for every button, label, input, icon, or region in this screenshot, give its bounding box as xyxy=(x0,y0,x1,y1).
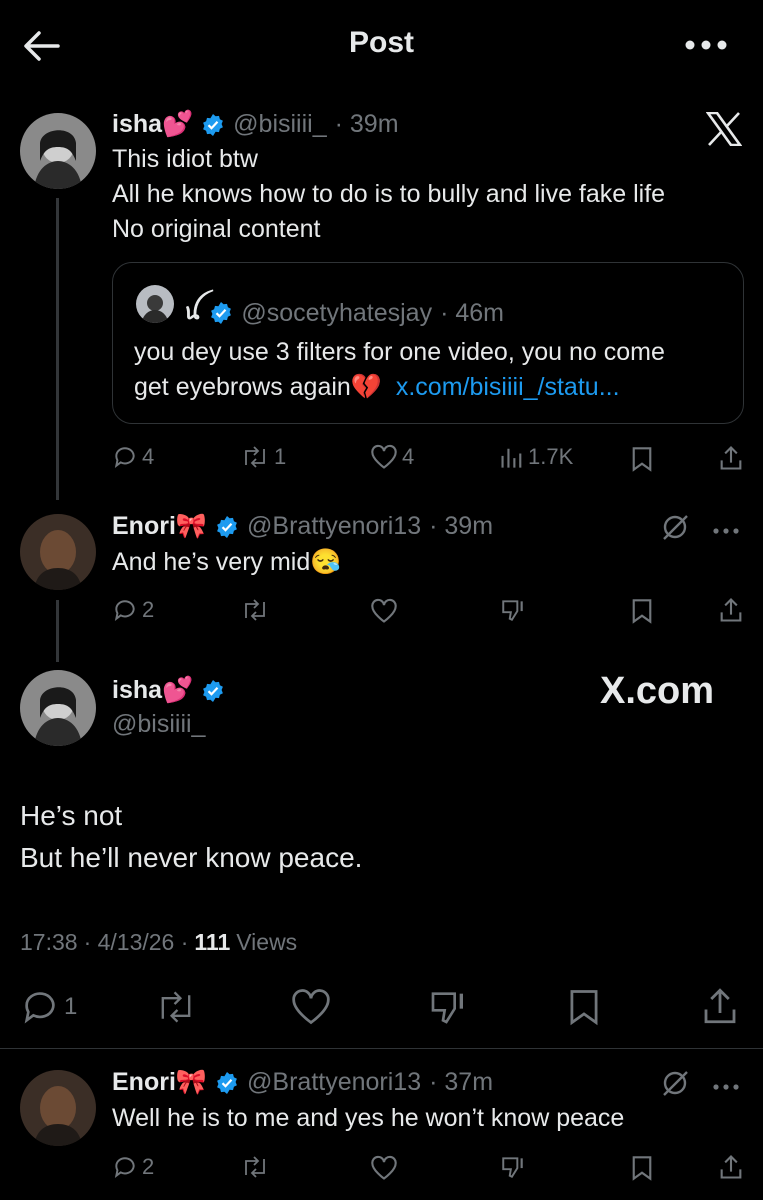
author-handle[interactable]: @Brattyenori13 xyxy=(247,1068,421,1097)
tweet-line: This idiot btw xyxy=(112,145,258,173)
author-name[interactable]: Enori🎀 xyxy=(112,1068,207,1097)
grok-icon[interactable] xyxy=(660,1068,690,1103)
author-handle[interactable]: @bisiiii_ xyxy=(112,710,205,739)
grok-icon[interactable] xyxy=(660,512,690,547)
quoted-link[interactable]: x.com/bisiiii_/statu... xyxy=(396,373,620,401)
reply-count: 4 xyxy=(142,444,155,469)
reply-count: 1 xyxy=(64,993,78,1020)
repost-icon[interactable] xyxy=(240,597,270,628)
like-button[interactable]: 4 xyxy=(370,444,414,470)
reply-button[interactable]: 1 xyxy=(20,987,77,1027)
tweet-text: Well he is to me and yes he won’t know p… xyxy=(112,1104,625,1132)
page-title: Post xyxy=(348,26,414,59)
divider xyxy=(0,1048,763,1049)
quoted-author-name: ꪊ xyxy=(184,298,202,324)
verified-badge-icon xyxy=(203,679,224,702)
watermark: X.com xyxy=(600,670,715,712)
bookmark-icon[interactable] xyxy=(630,598,654,629)
heart-icon xyxy=(371,444,397,469)
share-icon[interactable] xyxy=(700,985,740,1032)
like-count: 4 xyxy=(402,444,415,469)
avatar[interactable] xyxy=(20,670,96,746)
repost-icon xyxy=(245,446,265,468)
reply-button[interactable]: 2 xyxy=(112,1154,154,1180)
main-post-line: But he’ll never know peace. xyxy=(20,842,363,873)
reply-button[interactable]: 2 xyxy=(112,597,154,623)
downvote-icon[interactable] xyxy=(500,1154,526,1185)
author-handle[interactable]: @bisiiii_ xyxy=(233,110,326,139)
repost-icon[interactable] xyxy=(154,987,198,1032)
reply-icon xyxy=(114,600,135,621)
post-meta: 17:38 · 4/13/26 · 111 Views xyxy=(20,929,297,956)
author-name[interactable]: isha💕 xyxy=(112,110,193,139)
heart-icon[interactable] xyxy=(370,1155,398,1186)
avatar[interactable] xyxy=(20,514,96,590)
reply-icon xyxy=(114,1157,135,1178)
thread-line xyxy=(56,198,59,500)
main-post-line: He’s not xyxy=(20,800,123,831)
bookmark-icon[interactable] xyxy=(566,988,602,1031)
avatar[interactable] xyxy=(20,1070,96,1146)
repost-count: 1 xyxy=(274,444,287,469)
quoted-author-handle: @socetyhatesjay xyxy=(241,298,433,327)
reply-button[interactable]: 4 xyxy=(112,444,154,470)
main-post-header: isha💕 xyxy=(112,676,225,705)
author-name[interactable]: Enori🎀 xyxy=(112,512,207,541)
tweet-text: This idiot btw All he knows how to do is… xyxy=(112,142,665,247)
downvote-icon[interactable] xyxy=(500,597,526,628)
post-time[interactable]: · 39m xyxy=(335,110,399,139)
author-handle[interactable]: @Brattyenori13 xyxy=(247,512,421,541)
quoted-text: you dey use 3 filters for one video, you… xyxy=(134,335,665,405)
main-post-text: He’s not But he’ll never know peace. xyxy=(20,795,362,879)
views-label: Views xyxy=(236,929,298,955)
more-options-icon[interactable] xyxy=(712,522,740,540)
tweet-header: Enori🎀 @Brattyenori13 · 39m xyxy=(112,512,493,541)
tweet-header: Enori🎀 @Brattyenori13 · 37m xyxy=(112,1068,493,1097)
quoted-post-header: ꪊ @socetyhatesjay · 46m xyxy=(184,289,504,337)
share-icon[interactable] xyxy=(718,596,744,629)
reply-count: 2 xyxy=(142,1154,155,1179)
post-time[interactable]: 17:38 xyxy=(20,929,78,956)
thread-line xyxy=(56,600,59,662)
reply-icon xyxy=(114,447,135,468)
x-logo-icon xyxy=(705,111,743,147)
share-icon[interactable] xyxy=(718,1153,744,1186)
reply-count: 2 xyxy=(142,597,155,622)
tweet-line: No original content xyxy=(112,215,321,243)
verified-badge-icon xyxy=(217,515,237,538)
verified-badge-icon xyxy=(217,1071,237,1094)
quoted-line: get eyebrows again💔 x.com/bisiiii_/statu… xyxy=(134,370,665,405)
analytics-icon xyxy=(501,448,522,468)
more-options-icon[interactable] xyxy=(684,38,728,52)
tweet-header: isha💕 @bisiiii_ · 39m xyxy=(112,110,399,139)
tweet-line: All he knows how to do is to bully and l… xyxy=(112,180,666,208)
author-name[interactable]: isha💕 xyxy=(112,676,193,705)
heart-icon[interactable] xyxy=(290,988,332,1031)
repost-button[interactable]: 1 xyxy=(240,444,286,470)
quoted-line: you dey use 3 filters for one video, you… xyxy=(134,338,665,366)
views-count: 111 xyxy=(194,929,231,955)
repost-icon[interactable] xyxy=(240,1154,270,1185)
quoted-line-text: get eyebrows again💔 xyxy=(134,373,382,401)
bookmark-icon[interactable] xyxy=(630,446,654,477)
downvote-icon[interactable] xyxy=(428,987,468,1032)
verified-badge-icon xyxy=(203,113,224,136)
quoted-post-time: · 46m xyxy=(440,298,504,327)
more-options-icon[interactable] xyxy=(712,1078,740,1096)
views-button[interactable]: 1.7K xyxy=(500,444,573,470)
tweet-text: And he’s very mid😪 xyxy=(112,548,342,576)
share-icon[interactable] xyxy=(718,444,744,477)
post-time[interactable]: · 39m xyxy=(429,512,493,541)
post-time[interactable]: · 37m xyxy=(429,1068,493,1097)
post-date[interactable]: · 4/13/26 · xyxy=(84,929,189,956)
avatar[interactable] xyxy=(20,113,96,189)
reply-icon xyxy=(24,992,55,1024)
heart-icon[interactable] xyxy=(370,598,398,629)
verified-badge-icon xyxy=(211,302,232,324)
avatar xyxy=(136,285,174,323)
bookmark-icon[interactable] xyxy=(630,1155,654,1186)
views-count: 1.7K xyxy=(528,444,574,469)
